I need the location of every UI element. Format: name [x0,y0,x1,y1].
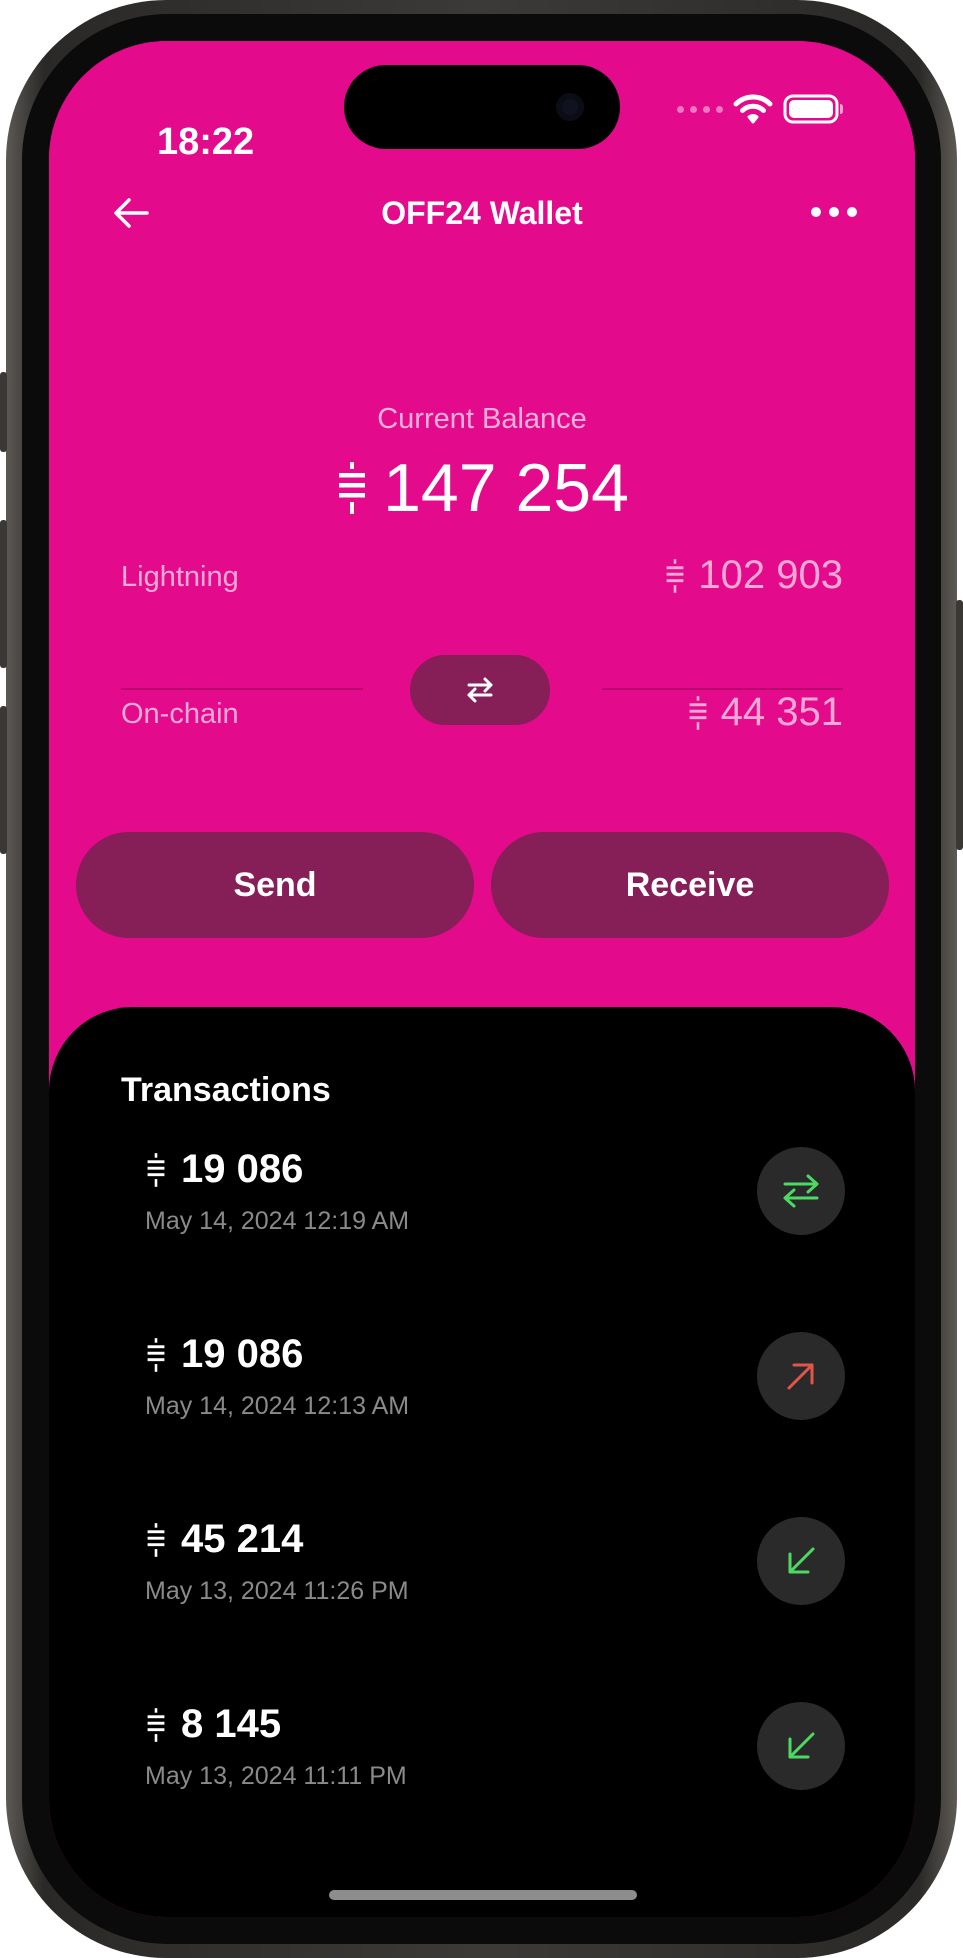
transaction-date: May 14, 2024 12:19 AM [145,1207,410,1235]
swap-balance-button[interactable] [410,655,550,725]
swap-icon [783,1174,819,1208]
transaction-type-badge [757,1702,845,1790]
divider-left [121,688,363,690]
transaction-date: May 13, 2024 11:26 PM [145,1577,409,1605]
sats-icon [147,1707,165,1742]
transaction-item[interactable]: 19 086 May 14, 2024 12:19 AM [145,1147,845,1267]
balance-amount: 147 254 [383,450,629,526]
sats-icon [689,695,707,730]
transaction-type-badge [757,1332,845,1420]
transaction-item[interactable]: 8 145 May 13, 2024 11:11 PM [145,1702,845,1822]
transaction-amount-row: 19 086 [145,1332,303,1377]
status-time: 18:22 [157,121,255,163]
transaction-date: May 14, 2024 12:13 AM [145,1392,410,1420]
lightning-amount: 102 903 [698,553,843,597]
lightning-label: Lightning [121,561,239,593]
onchain-balance: 44 351 [687,690,843,735]
sats-icon [666,558,684,593]
wifi-icon [733,94,773,124]
side-button-action [0,372,7,452]
page-title: OFF24 Wallet [381,195,583,231]
onchain-label: On-chain [121,698,239,730]
balance-label: Current Balance [377,403,587,435]
transaction-amount: 45 214 [181,1517,304,1561]
wallet-header-panel: 18:22 OFF24 Wallet Current Balance 147 2… [49,41,915,1081]
send-button[interactable]: Send [76,832,474,938]
sats-icon [147,1152,165,1187]
onchain-amount: 44 351 [720,690,843,734]
sats-icon [147,1337,165,1372]
transactions-title: Transactions [121,1071,331,1109]
transaction-amount: 19 086 [181,1147,304,1191]
transaction-amount: 8 145 [181,1702,282,1746]
transaction-type-badge [757,1147,845,1235]
receive-button[interactable]: Receive [491,832,889,938]
status-icons [677,89,845,129]
lightning-balance: 102 903 [664,553,843,598]
transaction-amount-row: 8 145 [145,1702,281,1747]
transaction-item[interactable]: 19 086 May 14, 2024 12:13 AM [145,1332,845,1452]
side-button-volume-up [0,520,7,668]
screen: 18:22 OFF24 Wallet Current Balance 147 2… [49,41,915,1917]
transaction-date: May 13, 2024 11:11 PM [145,1762,407,1790]
swap-icon [467,677,493,703]
transaction-amount: 19 086 [181,1332,304,1376]
home-indicator[interactable] [329,1890,637,1900]
arrow-up-right-icon [787,1363,814,1390]
camera-icon [556,93,584,121]
transaction-amount-row: 45 214 [145,1517,303,1562]
dynamic-island [344,65,620,149]
balance-amount-row: 147 254 [49,449,915,527]
signal-icon [677,105,723,113]
side-button-volume-down [0,706,7,854]
sats-icon [147,1522,165,1557]
arrow-down-left-icon [788,1732,815,1759]
transaction-amount-row: 19 086 [145,1147,303,1192]
transactions-panel: Transactions 19 086 May 14, 2024 12:19 A… [49,1007,915,1917]
transaction-type-badge [757,1517,845,1605]
battery-icon [783,94,843,124]
transaction-item[interactable]: 45 214 May 13, 2024 11:26 PM [145,1517,845,1637]
arrow-down-left-icon [788,1547,815,1574]
sats-icon [339,462,366,514]
more-options-icon[interactable] [811,207,857,217]
side-button-power [956,600,963,850]
